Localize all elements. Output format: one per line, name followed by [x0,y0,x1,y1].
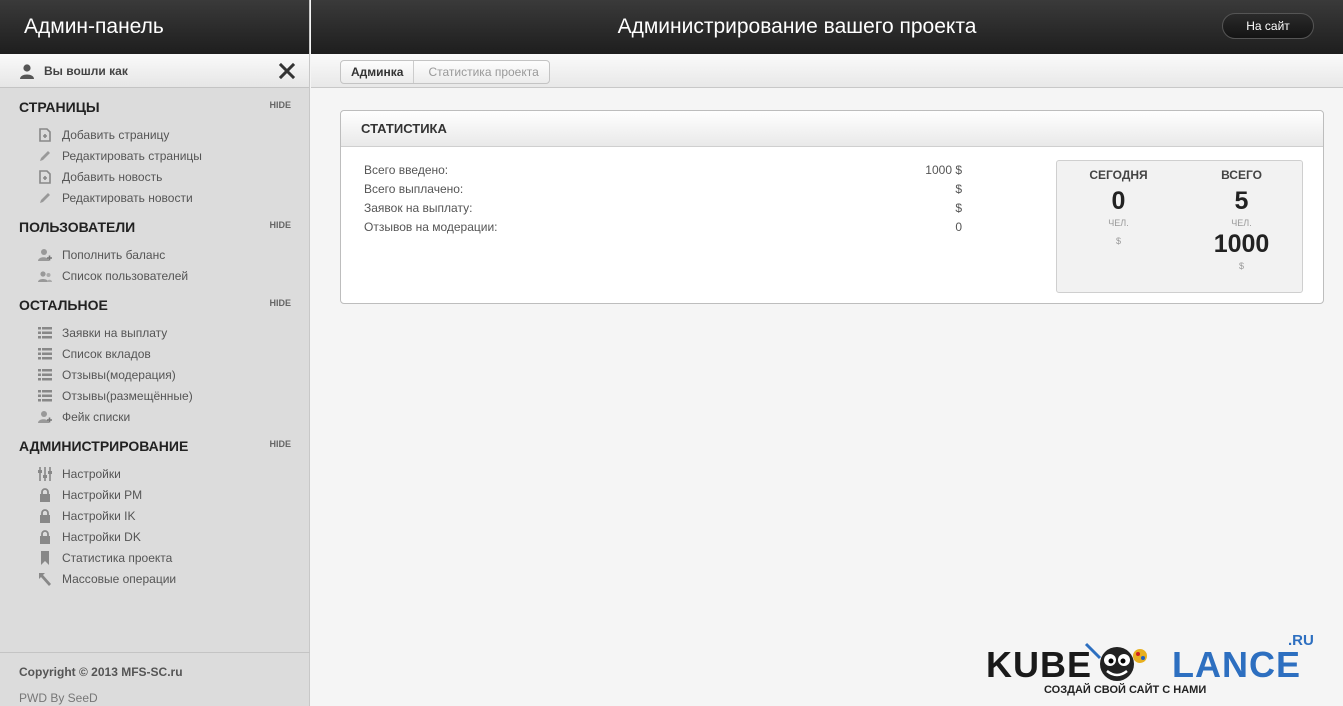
sidebar-item-settings-ik[interactable]: Настройки IK [0,505,310,526]
sidebar-item-settings[interactable]: Настройки [0,463,310,484]
lock-icon [40,529,50,544]
mascot-icon [1084,642,1147,681]
stat-row-total-deposited: Всего введено: 1000 $ [364,163,962,177]
summary-today: СЕГОДНЯ 0 ЧЕЛ. $ [1057,161,1180,246]
nav-section-users: ПОЛЬЗОВАТЕЛИ HIDE Пополнить баланс Списо… [0,212,310,286]
sidebar: Админ-панель Вы вошли как СТРАНИЦЫ HIDE … [0,0,310,706]
sliders-icon [38,466,52,481]
section-title: АДМИНИСТРИРОВАНИЕ [19,438,189,454]
page-title: Администрирование вашего проекта [617,15,977,38]
users-icon [38,270,52,282]
copyright-text: Copyright © 2013 MFS-SC.ru [19,665,183,679]
sidebar-item-reviews-published[interactable]: Отзывы(размещённые) [0,385,310,406]
sidebar-footer: Copyright © 2013 MFS-SC.ru PWD By SeeD [0,652,310,705]
list-icon [38,326,52,338]
user-bar: Вы вошли как [0,54,309,88]
list-icon [38,389,52,401]
sidebar-item-edit-news[interactable]: Редактировать новости [0,187,310,208]
sidebar-item-project-stats[interactable]: Статистика проекта [0,547,310,568]
lock-icon [40,487,50,502]
hide-toggle[interactable]: HIDE [269,439,291,449]
sidebar-item-add-news[interactable]: Добавить новость [0,166,310,187]
nav-section-pages: СТРАНИЦЫ HIDE Добавить страницу Редактир… [0,92,310,208]
sidebar-item-settings-pm[interactable]: Настройки PM [0,484,310,505]
stat-row-reviews-moderation: Отзывов на модерации: 0 [364,220,962,234]
sidebar-item-payout-requests[interactable]: Заявки на выплату [0,322,310,343]
watermark-part2: LANCE [1172,644,1301,685]
hide-toggle[interactable]: HIDE [269,298,291,308]
stats-panel: СТАТИСТИКА Всего введено: 1000 $ Всего в… [340,110,1324,304]
lock-icon [40,508,50,523]
add-page-icon [39,169,51,184]
hide-toggle[interactable]: HIDE [269,100,291,110]
total-count-unit: ЧЕЛ. [1231,218,1252,228]
nav-section-other: ОСТАЛЬНОЕ HIDE Заявки на выплату Список … [0,290,310,427]
brand-title: Админ-панель [0,0,309,54]
breadcrumb: Админка Статистика проекта [340,60,550,84]
sidebar-item-add-page[interactable]: Добавить страницу [0,124,310,145]
powered-by-text: PWD By SeeD [19,691,98,705]
arrow-back-icon [39,572,51,586]
today-heading: СЕГОДНЯ [1089,168,1148,182]
total-count: 5 [1234,187,1249,215]
bookmark-icon [41,550,49,565]
list-icon [38,368,52,380]
watermark-part1: KUBE [986,644,1093,685]
pencil-icon [40,192,50,203]
add-page-icon [39,127,51,142]
sidebar-item-reviews-moderation[interactable]: Отзывы(модерация) [0,364,310,385]
total-money: 1000 [1213,230,1270,258]
today-money-unit: $ [1115,236,1121,246]
section-title: СТРАНИЦЫ [19,99,100,115]
sidebar-item-settings-dk[interactable]: Настройки DK [0,526,310,547]
sidebar-item-mass-operations[interactable]: Массовые операции [0,568,310,589]
stat-row-total-paid: Всего выплачено: $ [364,182,962,196]
watermark-slogan: СОЗДАЙ СВОЙ САЙТ С НАМИ [1044,684,1207,696]
user-add-icon [38,410,52,423]
user-icon [20,63,34,79]
sidebar-item-edit-pages[interactable]: Редактировать страницы [0,145,310,166]
sidebar-item-fake-lists[interactable]: Фейк списки [0,406,310,427]
logged-in-label: Вы вошли как [44,63,128,78]
section-title: ПОЛЬЗОВАТЕЛИ [19,219,136,235]
list-icon [38,347,52,359]
breadcrumb-home[interactable]: Админка [341,61,415,83]
to-site-button[interactable]: На сайт [1222,13,1314,39]
pencil-icon [40,150,50,161]
watermark-logo: KUBE LANCE .RU СОЗДАЙ СВОЙ САЙТ С НАМИ [986,632,1326,702]
stat-row-payout-requests: Заявок на выплату: $ [364,201,962,215]
top-bar: Администрирование вашего проекта На сайт [311,0,1343,54]
summary-box: СЕГОДНЯ 0 ЧЕЛ. $ ВСЕГО 5 ЧЕЛ. 1000 $ [1056,160,1303,293]
sidebar-item-user-list[interactable]: Список пользователей [0,265,310,286]
sidebar-item-deposit-list[interactable]: Список вкладов [0,343,310,364]
hide-toggle[interactable]: HIDE [269,220,291,230]
sidebar-item-top-up-balance[interactable]: Пополнить баланс [0,244,310,265]
summary-total: ВСЕГО 5 ЧЕЛ. 1000 $ [1180,161,1303,271]
today-count: 0 [1111,187,1126,215]
breadcrumb-bar: Админка Статистика проекта [311,54,1343,88]
total-heading: ВСЕГО [1221,168,1262,182]
breadcrumb-current: Статистика проекта [428,65,539,79]
user-add-icon [38,248,52,261]
stats-panel-title: СТАТИСТИКА [341,111,1323,147]
nav-section-administration: АДМИНИСТРИРОВАНИЕ HIDE Настройки Настрой… [0,431,310,589]
close-icon[interactable] [277,61,297,81]
watermark-suffix: .RU [1288,632,1314,649]
total-money-unit: $ [1238,261,1244,271]
section-title: ОСТАЛЬНОЕ [19,297,108,313]
today-count-unit: ЧЕЛ. [1108,218,1129,228]
